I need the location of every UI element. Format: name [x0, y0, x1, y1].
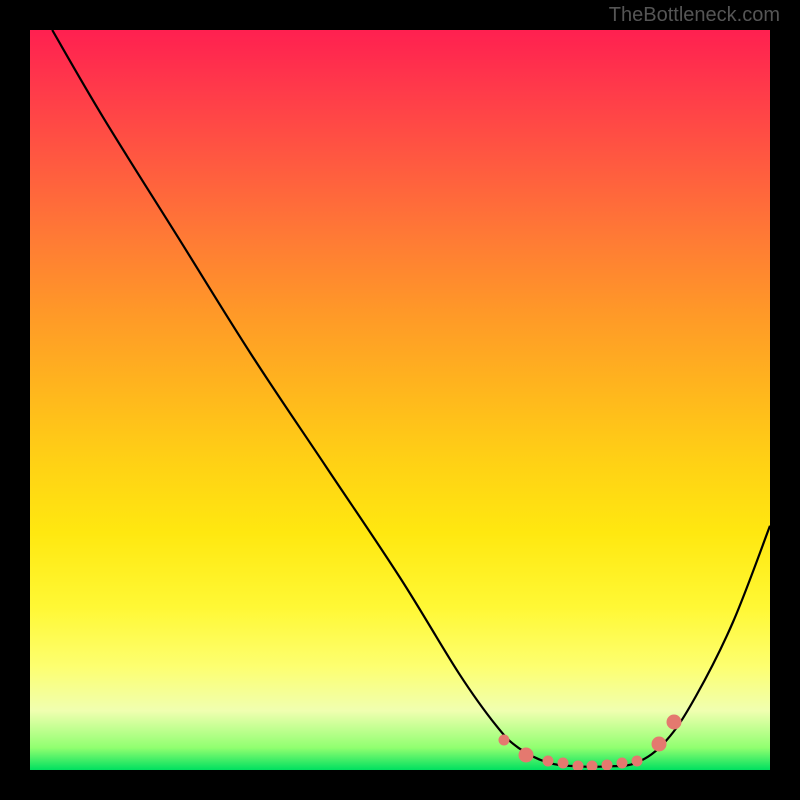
curve-marker	[518, 748, 533, 763]
curve-marker	[666, 714, 681, 729]
curve-marker	[543, 756, 554, 767]
curve-marker	[631, 756, 642, 767]
attribution-text: TheBottleneck.com	[609, 4, 780, 27]
curve-marker	[498, 735, 509, 746]
curve-marker	[602, 759, 613, 770]
bottleneck-curve	[52, 30, 770, 767]
chart-curve-svg	[30, 30, 770, 770]
curve-marker	[587, 760, 598, 770]
curve-marker	[652, 737, 667, 752]
curve-marker	[617, 758, 628, 769]
curve-marker	[557, 758, 568, 769]
chart-plot-area	[30, 30, 770, 770]
curve-marker	[572, 760, 583, 770]
